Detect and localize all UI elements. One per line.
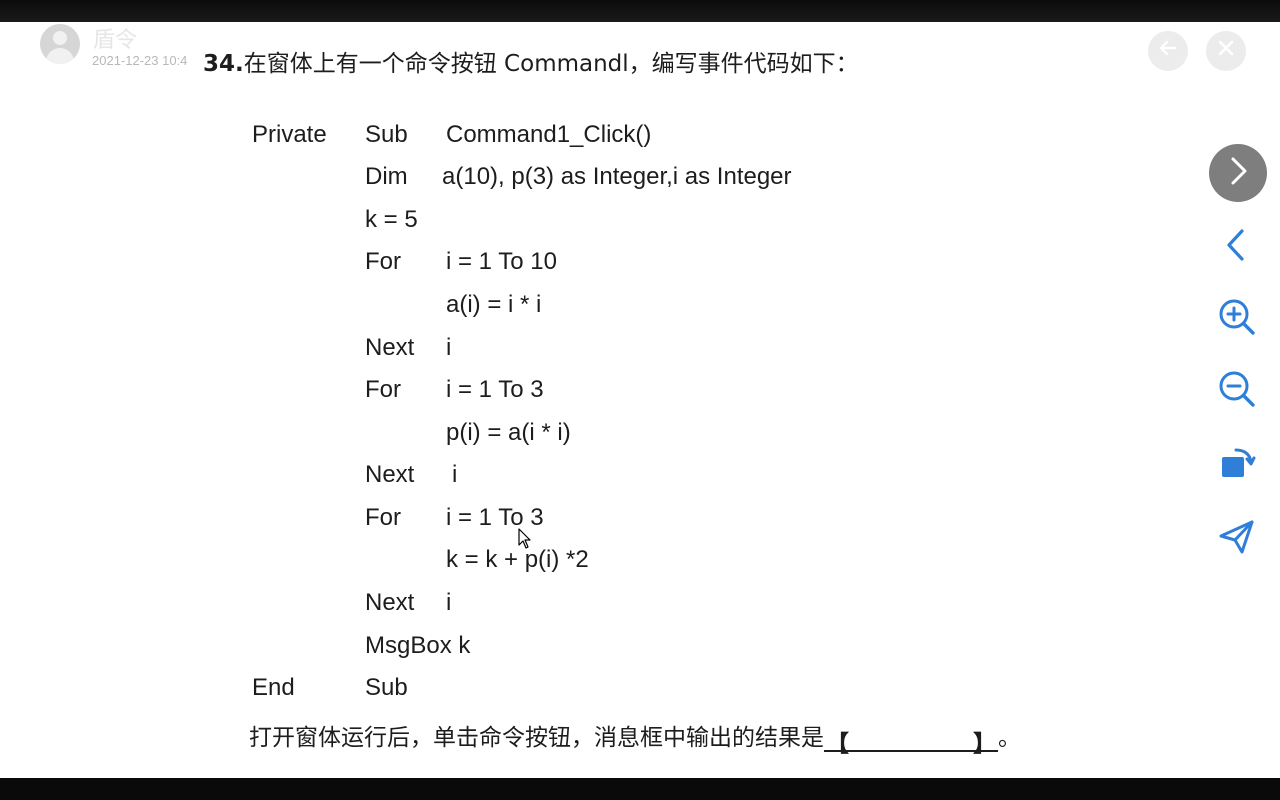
code-line-9-body: i (452, 461, 458, 488)
code-line-12-keyword: Next (365, 589, 415, 616)
image-viewer: 盾令 2021-12-23 10:4 34.在窗体上有一个命令按钮 Comman… (0, 22, 1280, 778)
timestamp: 2021-12-23 10:4 (92, 53, 188, 68)
code-line-8: p(i) = a(i * i) (446, 419, 571, 446)
zoom-in-icon (1217, 297, 1257, 341)
question-end: 。 (998, 725, 1021, 751)
question-title-text: 在窗体上有一个命令按钮 Commandl，编写事件代码如下： (243, 51, 859, 77)
question-number: 34. (203, 51, 244, 77)
avatar-shoulders (46, 48, 74, 64)
question-prompt-text: 打开窗体运行后，单击命令按钮，消息框中输出的结果是 (249, 725, 824, 751)
code-line-9-keyword: Next (365, 461, 415, 488)
code-line-6-body: i (446, 334, 452, 361)
previous-button[interactable] (1214, 224, 1260, 270)
code-line-5: a(i) = i * i (446, 291, 542, 318)
close-icon (1216, 38, 1236, 64)
close-button[interactable] (1206, 31, 1246, 71)
zoom-out-icon (1217, 369, 1257, 413)
zoom-in-button[interactable] (1214, 296, 1260, 342)
code-line-4-body: i = 1 To 10 (446, 248, 557, 275)
back-button[interactable] (1148, 31, 1188, 71)
rotate-button[interactable] (1214, 442, 1260, 488)
username: 盾令 (93, 28, 138, 53)
next-image-button[interactable] (1209, 144, 1267, 202)
code-line-3: k = 5 (365, 206, 418, 233)
code-line-10-keyword: For (365, 504, 401, 531)
code-line-7-body: i = 1 To 3 (446, 376, 544, 403)
mouse-cursor-icon (518, 528, 532, 554)
code-line-13: MsgBox k (365, 632, 471, 659)
rotate-icon (1217, 443, 1257, 487)
avatar-head (53, 31, 67, 45)
blank-right-bracket: 】 (973, 731, 996, 757)
code-line-2-keyword: Dim (365, 163, 408, 190)
share-button[interactable] (1214, 516, 1260, 562)
send-icon (1217, 517, 1257, 561)
answer-blank: 【】 (824, 726, 998, 757)
blank-left-bracket: 【 (826, 731, 849, 757)
code-line-1-sub: Sub (365, 121, 408, 148)
letterbox-top (0, 0, 1280, 22)
code-line-6-keyword: Next (365, 334, 415, 361)
chevron-right-icon (1225, 156, 1251, 190)
avatar[interactable] (40, 24, 80, 64)
code-line-4-keyword: For (365, 248, 401, 275)
letterbox-bottom (0, 778, 1280, 800)
code-line-7-keyword: For (365, 376, 401, 403)
code-line-12-body: i (446, 589, 452, 616)
code-line-1-keyword: Private (252, 121, 327, 148)
code-line-2-body: a(10), p(3) as Integer,i as Integer (442, 163, 792, 190)
zoom-out-button[interactable] (1214, 368, 1260, 414)
chevron-left-icon (1222, 228, 1252, 266)
arrow-left-icon (1157, 37, 1179, 65)
code-line-14-body: Sub (365, 674, 408, 701)
question-title: 34.在窗体上有一个命令按钮 Commandl，编写事件代码如下： (203, 44, 859, 78)
code-line-1-name: Command1_Click() (446, 121, 652, 148)
code-line-14-keyword: End (252, 674, 295, 701)
question-prompt: 打开窗体运行后，单击命令按钮，消息框中输出的结果是【】。 (249, 718, 1021, 757)
